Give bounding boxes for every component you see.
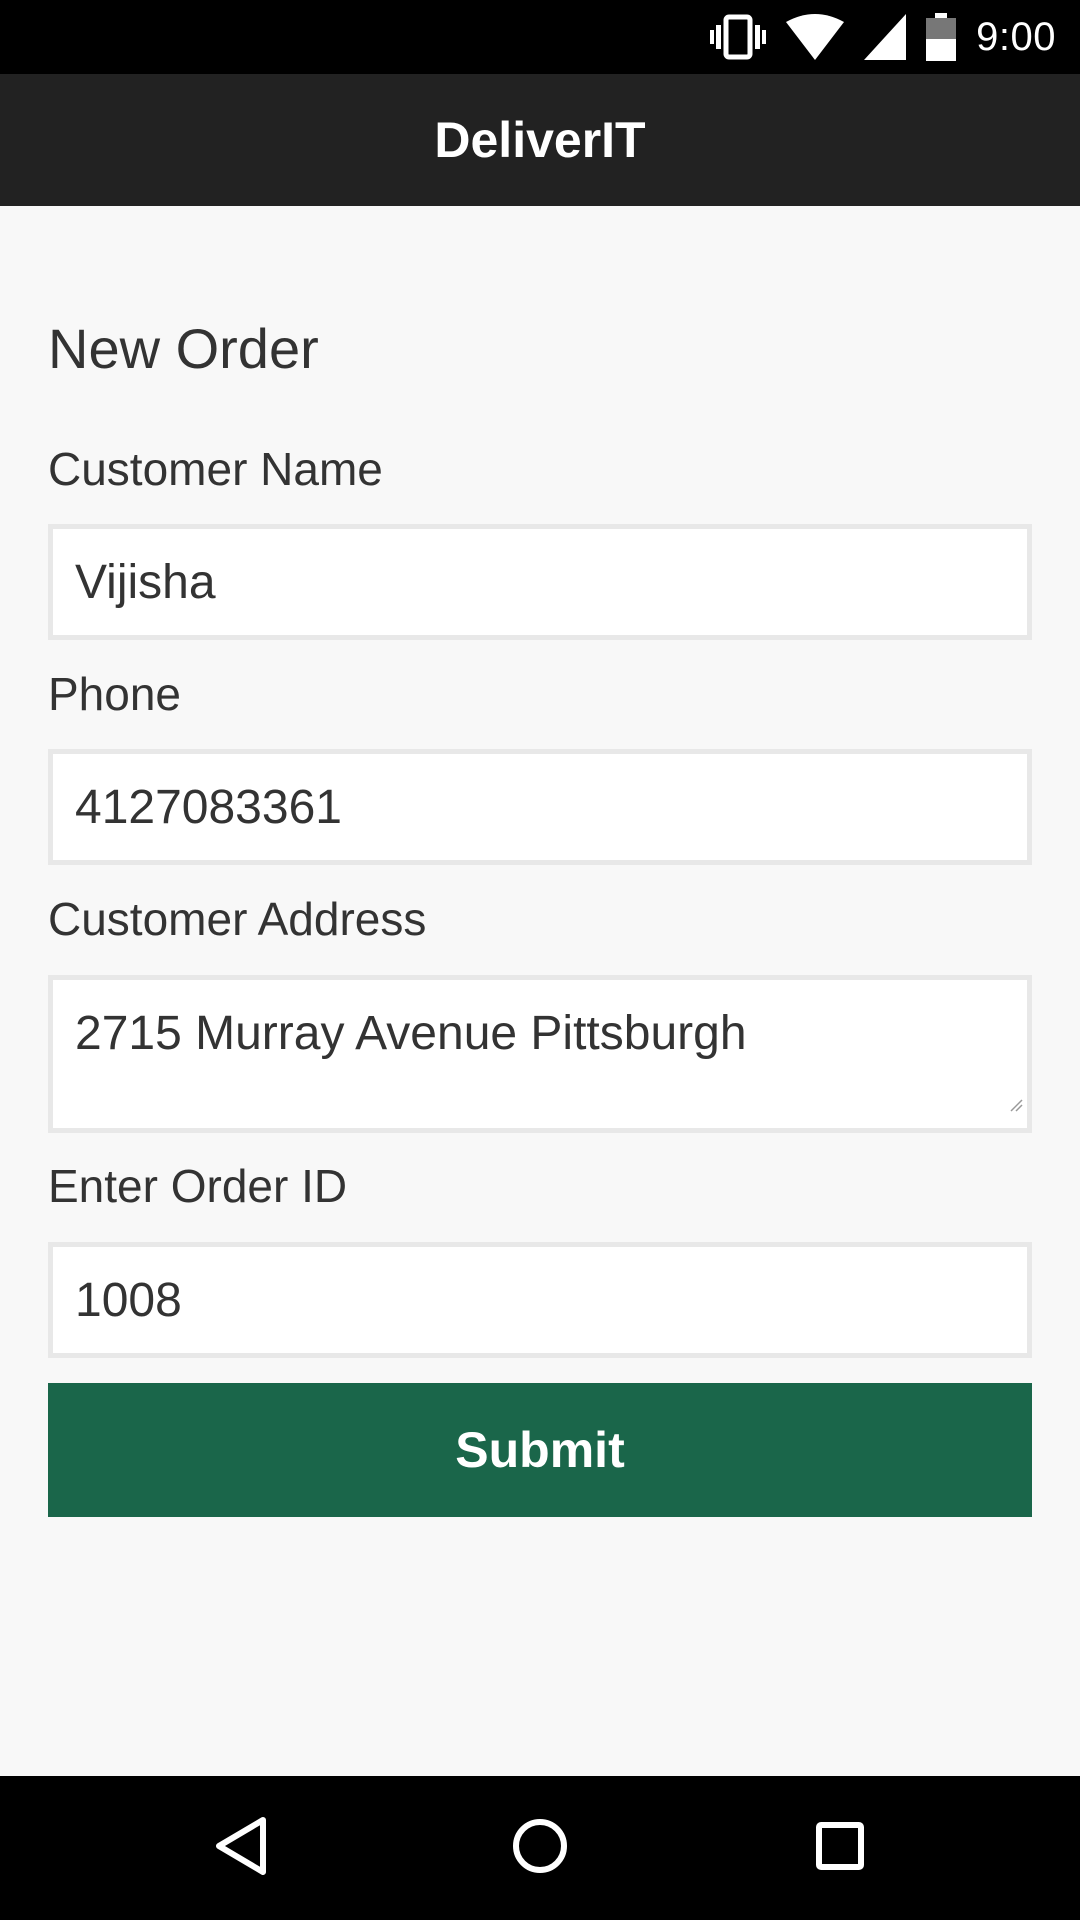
- vibrate-icon: [710, 13, 767, 61]
- status-icons: 9:00: [710, 0, 1056, 74]
- app-title: DeliverIT: [434, 112, 646, 168]
- cell-signal-icon: [864, 14, 907, 60]
- home-icon: [512, 1818, 568, 1879]
- back-button[interactable]: [170, 1776, 310, 1920]
- app-bar: DeliverIT: [0, 74, 1080, 206]
- battery-icon: [926, 13, 957, 61]
- recents-button[interactable]: [770, 1776, 910, 1920]
- wifi-icon: [786, 14, 845, 60]
- customer-address-value: 2715 Murray Avenue Pittsburgh: [75, 1007, 747, 1060]
- order-id-value: 1008: [75, 1273, 182, 1327]
- order-id-label: Enter Order ID: [48, 1160, 348, 1212]
- phone-input[interactable]: 4127083361: [48, 749, 1032, 865]
- customer-name-input[interactable]: Vijisha: [48, 524, 1032, 640]
- submit-button[interactable]: Submit: [48, 1383, 1032, 1517]
- customer-address-textarea[interactable]: 2715 Murray Avenue Pittsburgh: [48, 975, 1032, 1133]
- customer-name-label: Customer Name: [48, 443, 383, 495]
- home-button[interactable]: [470, 1776, 610, 1920]
- customer-address-label: Customer Address: [48, 893, 427, 945]
- order-id-input[interactable]: 1008: [48, 1242, 1032, 1358]
- phone-label: Phone: [48, 668, 182, 720]
- customer-name-value: Vijisha: [75, 555, 216, 609]
- back-icon: [213, 1816, 267, 1881]
- status-time: 9:00: [976, 14, 1056, 59]
- page-title: New Order: [48, 317, 319, 380]
- phone-value: 4127083361: [75, 780, 342, 834]
- navigation-bar: [0, 1776, 1080, 1920]
- resize-grip-icon[interactable]: [1009, 1069, 1023, 1124]
- status-bar: 9:00: [0, 0, 1080, 74]
- recents-icon: [815, 1821, 865, 1876]
